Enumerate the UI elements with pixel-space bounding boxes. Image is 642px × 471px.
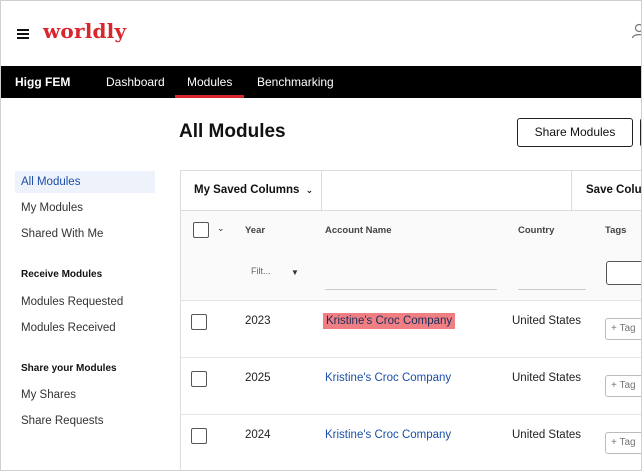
tab-modules[interactable]: Modules [187, 75, 232, 89]
table-row: 2023 Kristine's Croc Company United Stat… [181, 301, 641, 358]
column-header-year[interactable]: Year [245, 225, 265, 236]
hamburger-menu-icon[interactable] [17, 29, 29, 40]
share-modules-button[interactable]: Share Modules [517, 118, 633, 147]
row-account-link[interactable]: Kristine's Croc Company [325, 429, 451, 441]
column-header-account-name[interactable]: Account Name [325, 225, 392, 236]
tab-benchmarking[interactable]: Benchmarking [257, 75, 334, 89]
year-filter-placeholder: Filt... [251, 266, 271, 276]
active-tab-indicator [175, 95, 244, 98]
page-title: All Modules [179, 121, 286, 142]
saved-columns-dropdown[interactable]: My Saved Columns ⌄ [194, 184, 313, 196]
chevron-down-icon: ⌄ [305, 185, 314, 195]
column-header-country[interactable]: Country [518, 225, 554, 236]
row-checkbox[interactable] [191, 371, 207, 387]
sidebar-item-modules-requested[interactable]: Modules Requested [15, 291, 155, 313]
top-bar: worldly [1, 1, 642, 66]
select-all-checkbox[interactable] [193, 222, 209, 238]
toolbar-divider [321, 171, 322, 211]
row-account-link[interactable]: Kristine's Croc Company [325, 372, 451, 384]
row-year: 2024 [245, 429, 271, 441]
toolbar-divider [571, 171, 572, 211]
add-tag-button[interactable]: + Tag [605, 432, 641, 454]
sidebar-item-modules-received[interactable]: Modules Received [15, 317, 155, 339]
row-account-link[interactable]: Kristine's Croc Company [323, 313, 456, 329]
row-checkbox[interactable] [191, 428, 207, 444]
table-toolbar: My Saved Columns ⌄ Save Columns [181, 171, 641, 211]
modules-table: My Saved Columns ⌄ Save Columns ⌄ Year A… [180, 170, 641, 470]
add-tag-button[interactable]: + Tag [605, 318, 641, 340]
table-row: 2024 Kristine's Croc Company United Stat… [181, 415, 641, 470]
worldly-logo[interactable]: worldly [43, 19, 126, 43]
country-filter-input[interactable] [518, 289, 586, 290]
sidebar-heading-receive: Receive Modules [21, 269, 103, 280]
app-name: Higg FEM [15, 75, 71, 89]
sidebar-item-shared-with-me[interactable]: Shared With Me [15, 223, 155, 245]
row-year: 2023 [245, 315, 271, 327]
saved-columns-label: My Saved Columns [194, 184, 300, 196]
save-columns-button[interactable]: Save Columns [586, 184, 641, 196]
caret-down-icon: ▼ [291, 268, 299, 277]
add-tag-button[interactable]: + Tag [605, 375, 641, 397]
sidebar-heading-share: Share your Modules [21, 363, 117, 374]
chevron-down-icon[interactable]: ⌄ [217, 223, 225, 234]
table-header: ⌄ Year Account Name Country Tags Filt...… [181, 211, 641, 301]
table-row: 2025 Kristine's Croc Company United Stat… [181, 358, 641, 415]
user-icon[interactable] [631, 23, 642, 39]
row-country: United States [512, 429, 582, 441]
row-checkbox[interactable] [191, 314, 207, 330]
sidebar-item-my-shares[interactable]: My Shares [15, 384, 155, 406]
sidebar-item-my-modules[interactable]: My Modules [15, 197, 155, 219]
row-country: United States [512, 372, 582, 384]
row-country: United States [512, 315, 582, 327]
account-filter-input[interactable] [325, 289, 497, 290]
sidebar-item-share-requests[interactable]: Share Requests [15, 410, 155, 432]
tags-filter-input[interactable] [606, 261, 641, 285]
year-filter-select[interactable]: Filt... ▼ [251, 266, 303, 284]
row-year: 2025 [245, 372, 271, 384]
tab-dashboard[interactable]: Dashboard [106, 75, 165, 89]
column-header-tags[interactable]: Tags [605, 225, 626, 236]
sidebar-item-all-modules[interactable]: All Modules [15, 171, 155, 193]
main-nav: Higg FEM Dashboard Modules Benchmarking [1, 66, 641, 98]
app-window: worldly Higg FEM Dashboard Modules Bench… [0, 0, 642, 471]
